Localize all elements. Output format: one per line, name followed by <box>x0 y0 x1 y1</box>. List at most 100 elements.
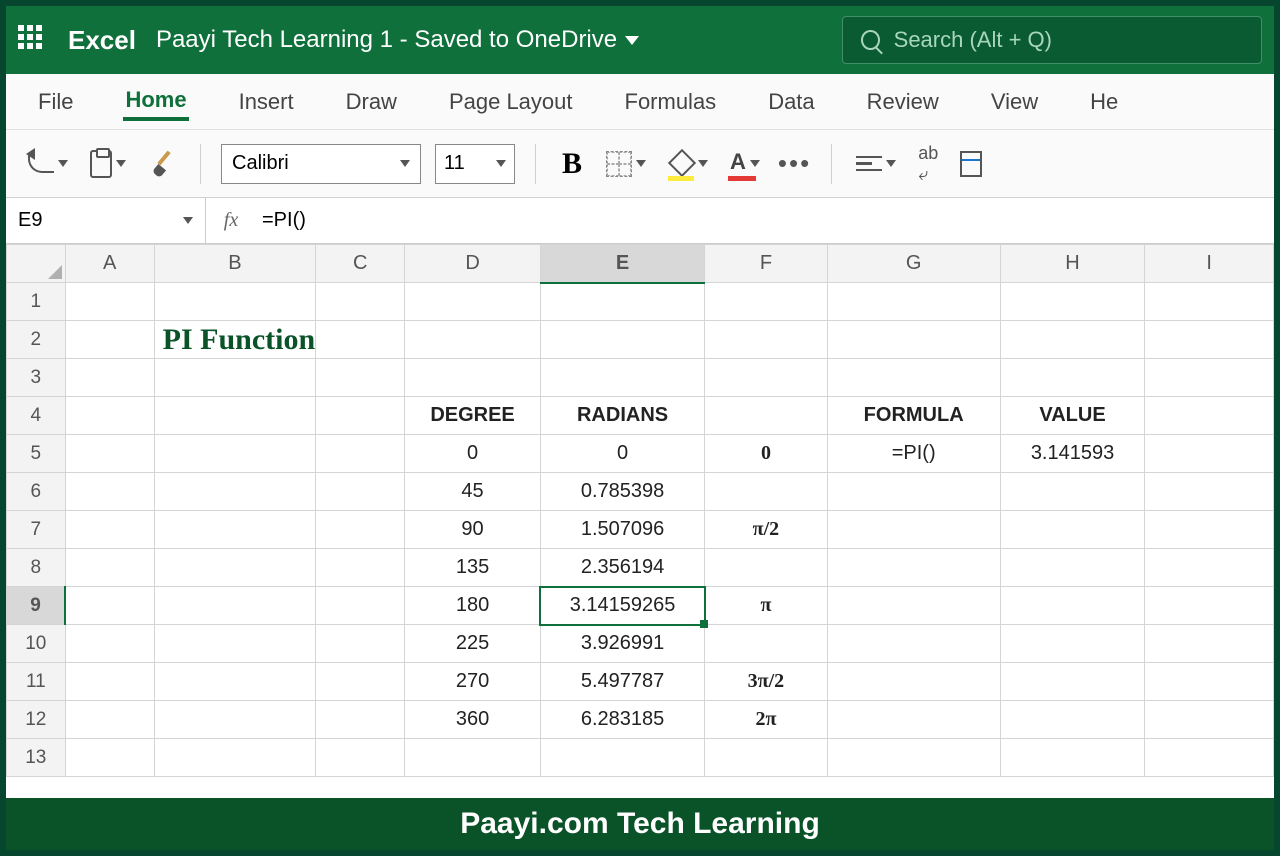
cell-G11[interactable] <box>827 663 1000 701</box>
cell-I10[interactable] <box>1145 625 1274 663</box>
cell-C12[interactable] <box>316 701 405 739</box>
font-size-selector[interactable]: 11 <box>435 144 515 184</box>
cell-B5[interactable] <box>154 435 316 473</box>
cell-B6[interactable] <box>154 473 316 511</box>
cell-A10[interactable] <box>65 625 154 663</box>
cell-B1[interactable] <box>154 283 316 321</box>
cell-I11[interactable] <box>1145 663 1274 701</box>
column-header-C[interactable]: C <box>316 245 405 283</box>
wrap-text-button[interactable]: ab⤶ <box>914 139 942 189</box>
search-box[interactable] <box>842 16 1262 64</box>
column-header-F[interactable]: F <box>705 245 827 283</box>
cell-H12[interactable] <box>1000 701 1144 739</box>
font-color-button[interactable]: A <box>726 145 764 183</box>
cell-I7[interactable] <box>1145 511 1274 549</box>
select-all-corner[interactable] <box>7 245 66 283</box>
cell-G2[interactable] <box>827 321 1000 359</box>
cell-D2[interactable] <box>405 321 540 359</box>
borders-button[interactable] <box>602 147 650 181</box>
cell-E12[interactable]: 6.283185 <box>540 701 705 739</box>
cell-H4[interactable]: VALUE <box>1000 397 1144 435</box>
cell-H5[interactable]: 3.141593 <box>1000 435 1144 473</box>
cell-F3[interactable] <box>705 359 827 397</box>
cell-B7[interactable] <box>154 511 316 549</box>
cell-G8[interactable] <box>827 549 1000 587</box>
cell-A1[interactable] <box>65 283 154 321</box>
row-header-3[interactable]: 3 <box>7 359 66 397</box>
row-header-10[interactable]: 10 <box>7 625 66 663</box>
cell-B13[interactable] <box>154 739 316 777</box>
cell-F13[interactable] <box>705 739 827 777</box>
cell-D8[interactable]: 135 <box>405 549 540 587</box>
row-header-12[interactable]: 12 <box>7 701 66 739</box>
cell-D3[interactable] <box>405 359 540 397</box>
cell-G5[interactable]: =PI() <box>827 435 1000 473</box>
cell-C11[interactable] <box>316 663 405 701</box>
cell-C6[interactable] <box>316 473 405 511</box>
cell-H1[interactable] <box>1000 283 1144 321</box>
cell-F6[interactable] <box>705 473 827 511</box>
cell-A9[interactable] <box>65 587 154 625</box>
cell-D11[interactable]: 270 <box>405 663 540 701</box>
cell-A7[interactable] <box>65 511 154 549</box>
row-header-11[interactable]: 11 <box>7 663 66 701</box>
tab-file[interactable]: File <box>36 85 75 119</box>
cell-A3[interactable] <box>65 359 154 397</box>
tab-view[interactable]: View <box>989 85 1040 119</box>
cell-I4[interactable] <box>1145 397 1274 435</box>
row-header-4[interactable]: 4 <box>7 397 66 435</box>
cell-F9[interactable]: π <box>705 587 827 625</box>
table-button[interactable] <box>956 147 986 181</box>
cell-C9[interactable] <box>316 587 405 625</box>
cell-G4[interactable]: FORMULA <box>827 397 1000 435</box>
cell-G6[interactable] <box>827 473 1000 511</box>
cell-E10[interactable]: 3.926991 <box>540 625 705 663</box>
search-input[interactable] <box>894 27 1243 53</box>
cell-F1[interactable] <box>705 283 827 321</box>
cell-H6[interactable] <box>1000 473 1144 511</box>
cell-G9[interactable] <box>827 587 1000 625</box>
document-title[interactable]: Paayi Tech Learning 1 - Saved to OneDriv… <box>156 26 639 54</box>
row-header-8[interactable]: 8 <box>7 549 66 587</box>
cell-E13[interactable] <box>540 739 705 777</box>
column-header-D[interactable]: D <box>405 245 540 283</box>
tab-home[interactable]: Home <box>123 83 188 121</box>
column-header-H[interactable]: H <box>1000 245 1144 283</box>
cell-A13[interactable] <box>65 739 154 777</box>
cell-E8[interactable]: 2.356194 <box>540 549 705 587</box>
cell-E2[interactable] <box>540 321 705 359</box>
column-header-I[interactable]: I <box>1145 245 1274 283</box>
tab-page-layout[interactable]: Page Layout <box>447 85 575 119</box>
cell-F11[interactable]: 3π/2 <box>705 663 827 701</box>
cell-C13[interactable] <box>316 739 405 777</box>
cell-D7[interactable]: 90 <box>405 511 540 549</box>
row-header-6[interactable]: 6 <box>7 473 66 511</box>
cell-H2[interactable] <box>1000 321 1144 359</box>
tab-draw[interactable]: Draw <box>344 85 399 119</box>
cell-E1[interactable] <box>540 283 705 321</box>
cell-E3[interactable] <box>540 359 705 397</box>
cell-G1[interactable] <box>827 283 1000 321</box>
tab-formulas[interactable]: Formulas <box>623 85 719 119</box>
cell-I2[interactable] <box>1145 321 1274 359</box>
cell-I13[interactable] <box>1145 739 1274 777</box>
tab-data[interactable]: Data <box>766 85 816 119</box>
cell-F12[interactable]: 2π <box>705 701 827 739</box>
cell-F8[interactable] <box>705 549 827 587</box>
tab-insert[interactable]: Insert <box>237 85 296 119</box>
cell-I3[interactable] <box>1145 359 1274 397</box>
paste-button[interactable] <box>86 146 130 182</box>
cell-B12[interactable] <box>154 701 316 739</box>
cell-I8[interactable] <box>1145 549 1274 587</box>
cell-G3[interactable] <box>827 359 1000 397</box>
app-launcher-icon[interactable] <box>18 25 48 55</box>
cell-H7[interactable] <box>1000 511 1144 549</box>
font-selector[interactable]: Calibri <box>221 144 421 184</box>
cell-C10[interactable] <box>316 625 405 663</box>
cell-A6[interactable] <box>65 473 154 511</box>
column-header-G[interactable]: G <box>827 245 1000 283</box>
cell-H8[interactable] <box>1000 549 1144 587</box>
cell-A5[interactable] <box>65 435 154 473</box>
cell-B9[interactable] <box>154 587 316 625</box>
cell-B8[interactable] <box>154 549 316 587</box>
